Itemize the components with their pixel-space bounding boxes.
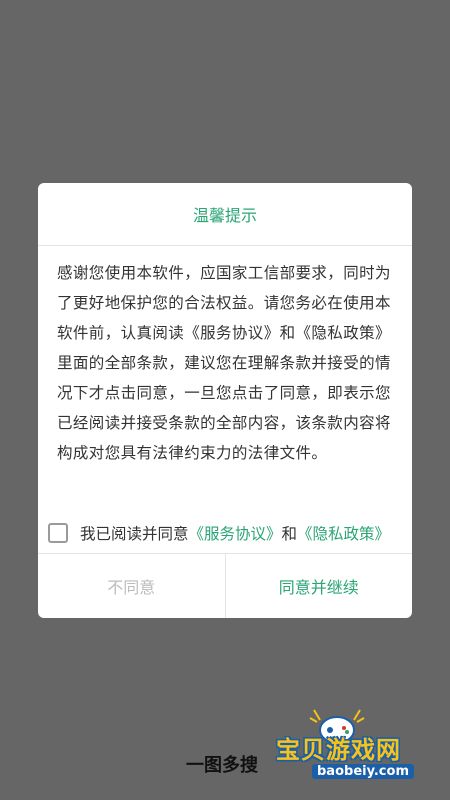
and-text: 和 bbox=[281, 525, 298, 543]
bottom-label: 一图多搜 bbox=[186, 755, 258, 776]
site-watermark: 宝贝游戏网 baobeiy.com bbox=[276, 702, 444, 788]
dialog-body-text: 感谢您使用本软件，应国家工信部要求，同时为了更好地保护您的合法权益。请您务必在使… bbox=[57, 264, 391, 462]
privacy-policy-link[interactable]: 《隐私政策》 bbox=[297, 522, 390, 544]
dialog-title: 温馨提示 bbox=[38, 183, 412, 246]
agree-row: 我已阅读并同意 《服务协议》 和 《隐私政策》 bbox=[48, 520, 402, 546]
agree-continue-button[interactable]: 同意并继续 bbox=[226, 554, 413, 618]
dialog-button-row: 不同意 同意并继续 bbox=[38, 553, 412, 618]
agree-prefix-text: 我已阅读并同意 bbox=[80, 525, 189, 543]
watermark-url: baobeiy.com bbox=[312, 764, 414, 779]
agree-checkbox[interactable] bbox=[48, 523, 68, 543]
watermark-text: 宝贝游戏网 bbox=[276, 736, 401, 764]
disagree-button[interactable]: 不同意 bbox=[38, 554, 226, 618]
consent-dialog: 温馨提示 感谢您使用本软件，应国家工信部要求，同时为了更好地保护您的合法权益。请… bbox=[38, 183, 412, 618]
service-agreement-link[interactable]: 《服务协议》 bbox=[189, 522, 282, 544]
